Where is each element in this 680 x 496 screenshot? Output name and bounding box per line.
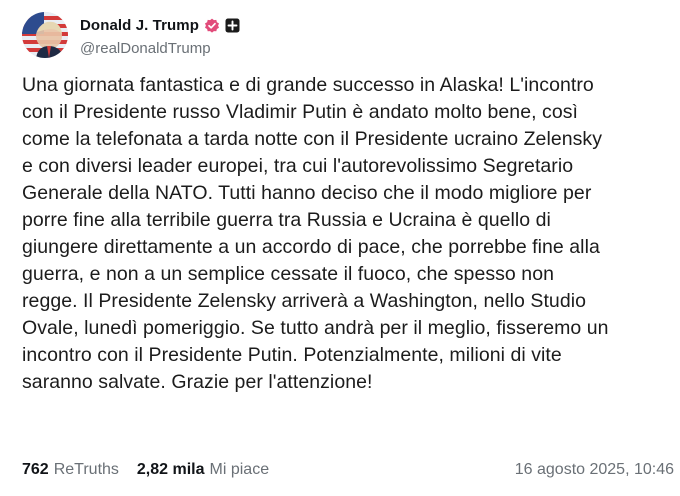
post-body-line: e con diversi leader europei, tra cui l'… [22,155,574,177]
post-body-line: giungere direttamente a un accordo di pa… [22,236,600,258]
retruths-count[interactable]: 762 [22,461,49,479]
post-body-line: Una giornata fantastica e di grande succ… [22,74,594,96]
post-body-line: Ovale, lunedì pomeriggio. Se tutto andrà… [22,317,609,339]
post-body-line: regge. Il Presidente Zelensky arriverà a… [22,290,586,312]
post-body-line: saranno salvate. Grazie per l'attenzione… [22,371,373,393]
plus-square-icon [225,18,240,33]
profile-avatar[interactable] [22,12,68,58]
author-handle[interactable]: @realDonaldTrump [80,40,240,57]
name-row: Donald J. Trump [80,14,240,38]
author-identity: Donald J. Trump @realDonaldTrump [80,14,240,57]
post-body: Una giornata fantastica e di grande succ… [22,72,672,396]
post-timestamp[interactable]: 16 agosto 2025, 10:46 [515,461,674,479]
post-footer: 762 ReTruths 2,82 mila Mi piace 16 agost… [22,461,674,479]
retruths-label[interactable]: ReTruths [54,461,119,479]
post-body-line: Generale della NATO. Tutti hanno deciso … [22,182,592,204]
likes-count[interactable]: 2,82 mila [137,461,205,479]
truth-post: Donald J. Trump @realDonaldTrump Una gio… [0,0,680,496]
post-body-line: come la telefonata a tarda notte con il … [22,128,603,150]
post-header: Donald J. Trump @realDonaldTrump [22,12,240,58]
likes-label[interactable]: Mi piace [210,461,270,479]
post-body-line: guerra, e non a un semplice cessate il f… [22,263,554,285]
post-body-line: incontro con il Presidente Putin. Potenz… [22,344,562,366]
verified-badge-icon [204,18,220,34]
post-body-line: porre fine alla terribile guerra tra Rus… [22,209,551,231]
post-body-line: con il Presidente russo Vladimir Putin è… [22,101,578,123]
author-display-name[interactable]: Donald J. Trump [80,17,199,34]
